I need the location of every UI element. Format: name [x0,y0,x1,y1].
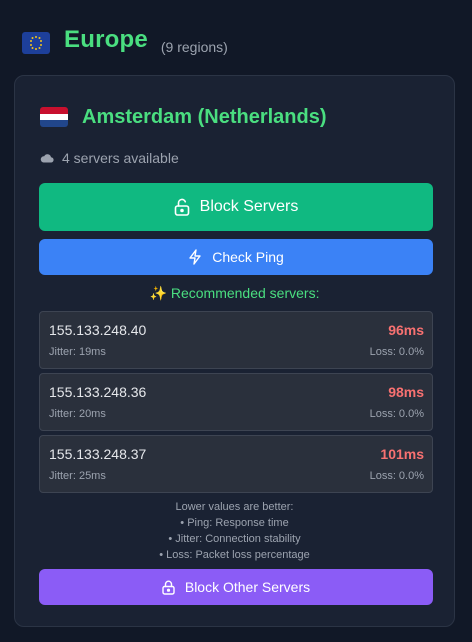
region-title: Europe [64,26,148,53]
server-ip: 155.133.248.40 [49,322,147,338]
region-header: Europe (9 regions) [22,20,228,60]
server-loss: Loss: 0.0% [369,470,424,482]
server-jitter: Jitter: 19ms [49,346,106,358]
servers-available: 4 servers available [40,149,179,167]
hint-line: • Ping: Response time [180,517,289,529]
block-other-servers-button[interactable]: Block Other Servers [39,569,433,605]
city-card: Amsterdam (Netherlands) 4 servers availa… [14,75,455,627]
eu-flag-icon [22,32,50,54]
netherlands-flag-icon [40,107,68,127]
server-ping: 96ms [388,322,424,338]
lightning-icon [188,249,202,265]
server-picker-panel: Europe (9 regions) Amsterdam (Netherland… [0,0,472,642]
hint-line: • Loss: Packet loss percentage [159,549,310,561]
lock-icon [162,580,175,595]
block-servers-button[interactable]: Block Servers [39,183,433,231]
check-ping-label: Check Ping [212,249,284,265]
server-loss: Loss: 0.0% [369,408,424,420]
server-jitter: Jitter: 20ms [49,408,106,420]
legend-hint: Lower values are better: • Ping: Respons… [15,499,454,563]
server-jitter: Jitter: 25ms [49,470,106,482]
hint-line: • Jitter: Connection stability [168,533,301,545]
city-name: Amsterdam (Netherlands) [82,105,327,128]
server-loss: Loss: 0.0% [369,346,424,358]
city-header: Amsterdam (Netherlands) [40,104,327,130]
servers-available-text: 4 servers available [62,150,179,166]
region-count: (9 regions) [160,39,228,55]
block-other-servers-label: Block Other Servers [184,579,311,595]
unlock-icon [174,198,190,216]
server-ip: 155.133.248.36 [49,384,147,400]
server-ping: 98ms [388,384,424,400]
server-row[interactable]: 155.133.248.36 98ms Jitter: 20ms Loss: 0… [39,373,433,431]
cloud-icon [40,150,54,166]
server-row[interactable]: 155.133.248.40 96ms Jitter: 19ms Loss: 0… [39,311,433,369]
recommended-label: ✨ Recommended servers: [149,285,320,301]
server-ip: 155.133.248.37 [49,446,147,462]
check-ping-button[interactable]: Check Ping [39,239,433,275]
hint-line: Lower values are better: [175,501,294,513]
block-servers-label: Block Servers [199,198,299,215]
server-row[interactable]: 155.133.248.37 101ms Jitter: 25ms Loss: … [39,435,433,493]
server-ping: 101ms [380,446,424,462]
